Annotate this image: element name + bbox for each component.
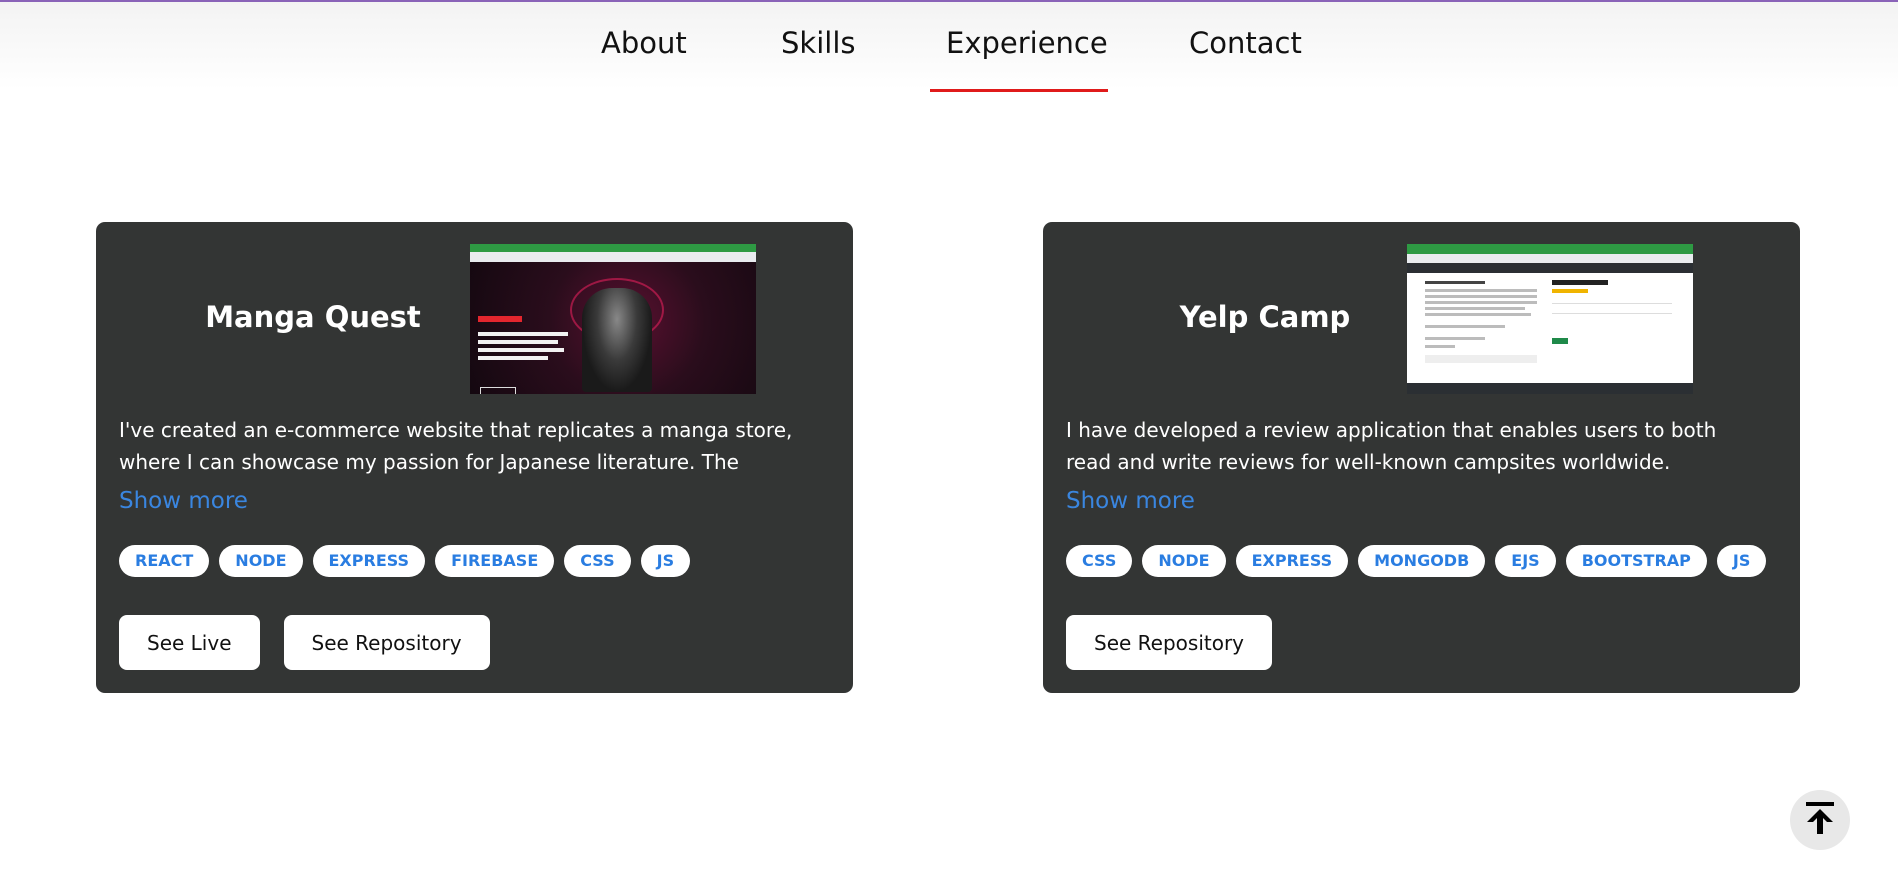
tech-tag: EXPRESS (312, 545, 426, 577)
tech-tag: REACT (119, 545, 210, 577)
project-actions: See Repository (1066, 615, 1273, 670)
tech-tags: CSS NODE EXPRESS MONGODB EJS BOOTSTRAP J… (1066, 545, 1767, 577)
tech-tag: FIREBASE (435, 545, 555, 577)
project-actions: See Live See Repository (119, 615, 490, 670)
scroll-to-top-button[interactable] (1790, 790, 1850, 850)
project-description: I've created an e-commerce website that … (119, 418, 793, 474)
tech-tag: NODE (219, 545, 303, 577)
nav-experience[interactable]: Experience (946, 26, 1108, 60)
tech-tag: JS (1716, 545, 1767, 577)
tech-tag: CSS (1066, 545, 1133, 577)
show-more-link[interactable]: Show more (119, 488, 248, 514)
nav-about[interactable]: About (601, 26, 687, 60)
see-repository-button[interactable]: See Repository (283, 615, 490, 670)
tech-tag: JS (640, 545, 691, 577)
arrow-up-to-line-icon (1803, 800, 1837, 840)
yelp-camp-screenshot (1407, 244, 1693, 394)
project-card-yelp-camp: Yelp Camp I have developed a review appl… (1043, 222, 1800, 693)
show-more-link[interactable]: Show more (1066, 488, 1195, 514)
nav-skills[interactable]: Skills (781, 26, 855, 60)
active-nav-underline (930, 89, 1108, 92)
tech-tag: EXPRESS (1235, 545, 1349, 577)
tech-tag: EJS (1495, 545, 1556, 577)
project-card-manga-quest: Manga Quest I've created an e-commerce w… (96, 222, 853, 693)
see-live-button[interactable]: See Live (119, 615, 260, 670)
project-title: Yelp Camp (1179, 300, 1351, 334)
project-title: Manga Quest (205, 300, 421, 334)
manga-quest-screenshot (470, 244, 756, 394)
tech-tag: MONGODB (1358, 545, 1486, 577)
tech-tag: NODE (1142, 545, 1226, 577)
tech-tag: BOOTSTRAP (1565, 545, 1707, 577)
top-navbar: About Skills Experience Contact (0, 2, 1898, 92)
see-repository-button[interactable]: See Repository (1066, 615, 1273, 670)
tech-tag: CSS (564, 545, 631, 577)
tech-tags: REACT NODE EXPRESS FIREBASE CSS JS (119, 545, 691, 577)
nav-contact[interactable]: Contact (1189, 26, 1302, 60)
project-description: I have developed a review application th… (1066, 418, 1717, 474)
